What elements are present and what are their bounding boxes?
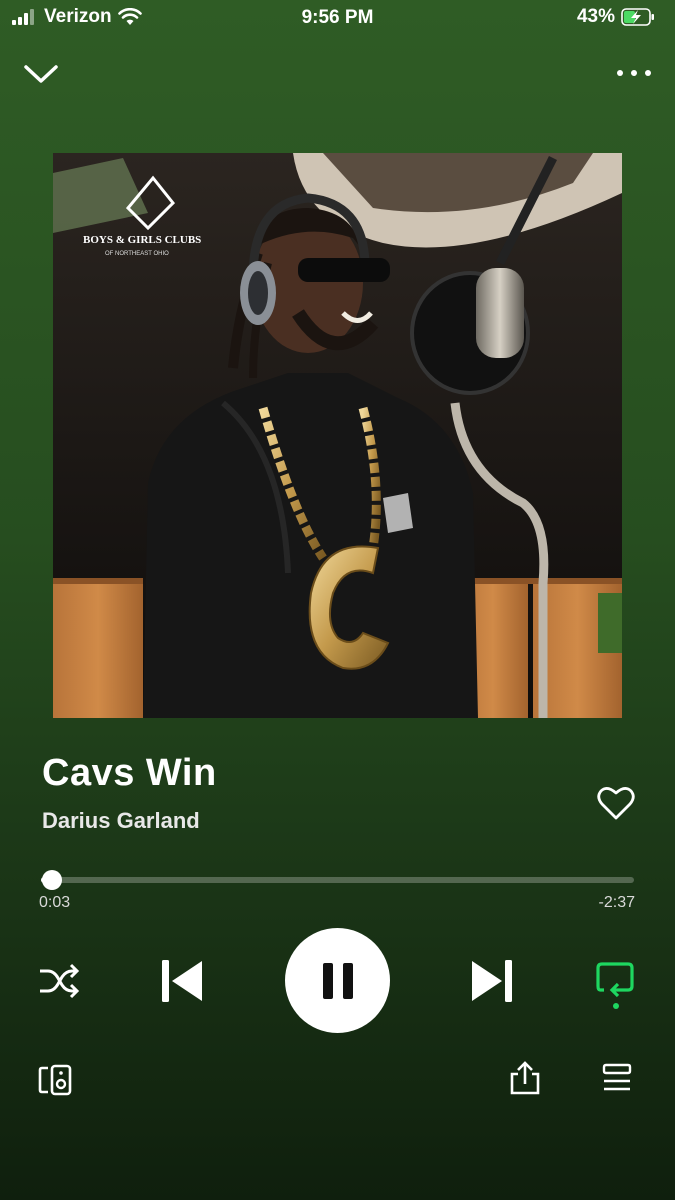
repeat-icon — [596, 962, 634, 1009]
remaining-time: -2:37 — [598, 894, 635, 911]
next-button[interactable] — [470, 958, 514, 1009]
clock: 9:56 PM — [301, 7, 374, 28]
svg-text:BOYS & GIRLS CLUBS: BOYS & GIRLS CLUBS — [83, 234, 201, 246]
elapsed-time: 0:03 — [39, 894, 71, 911]
play-pause-button[interactable] — [285, 928, 390, 1033]
skip-previous-icon — [162, 960, 202, 1002]
progress-handle[interactable] — [42, 870, 63, 890]
status-bar: Verizon 9:56 PM 43% — [0, 0, 675, 36]
battery-charging-icon — [621, 8, 654, 26]
pause-icon — [322, 962, 353, 999]
chevron-down-icon — [24, 65, 58, 83]
shuffle-icon — [40, 963, 80, 999]
more-horizontal-icon — [617, 70, 651, 76]
previous-button[interactable] — [160, 958, 204, 1009]
queue-icon — [602, 1063, 632, 1091]
share-icon — [510, 1061, 540, 1095]
connect-devices-icon — [38, 1064, 72, 1096]
progress-track[interactable] — [41, 877, 634, 883]
collapse-button[interactable] — [22, 60, 60, 93]
queue-button[interactable] — [602, 1063, 632, 1098]
heart-icon — [597, 787, 635, 820]
track-title: Cavs Win — [42, 752, 217, 794]
shuffle-button[interactable] — [38, 962, 80, 1005]
battery-status: 43% — [577, 6, 655, 28]
like-button[interactable] — [596, 784, 636, 827]
svg-text:OF NORTHEAST OHIO: OF NORTHEAST OHIO — [105, 251, 169, 257]
repeat-button[interactable] — [596, 960, 636, 1017]
more-options-button[interactable] — [614, 66, 654, 85]
track-artist[interactable]: Darius Garland — [42, 808, 200, 834]
share-button[interactable] — [508, 1060, 542, 1101]
battery-percent: 43% — [576, 6, 615, 27]
devices-button[interactable] — [38, 1064, 72, 1101]
skip-next-icon — [472, 960, 512, 1002]
album-art: BOYS & GIRLS CLUBS OF NORTHEAST OHIO — [53, 153, 622, 718]
